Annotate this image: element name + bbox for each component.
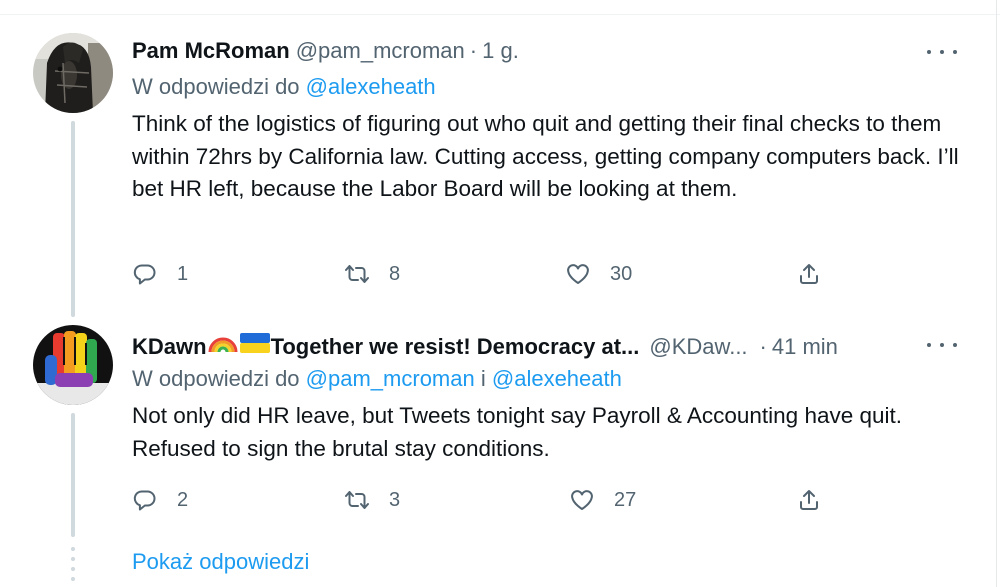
rainbow-emoji-icon xyxy=(208,337,238,353)
column-border xyxy=(996,0,997,587)
tweet-header: Pam McRoman @pam_mcroman · 1 g. xyxy=(132,38,519,64)
reply-prefix: W odpowiedzi do xyxy=(132,74,300,99)
like-button[interactable]: 30 xyxy=(566,262,632,286)
share-icon xyxy=(800,490,818,510)
thread-connector xyxy=(71,413,75,537)
reply-button[interactable]: 1 xyxy=(133,262,188,286)
share-button[interactable] xyxy=(797,262,821,286)
mention-link[interactable]: @alexeheath xyxy=(492,366,622,391)
author-handle[interactable]: @KDaw... xyxy=(649,334,747,360)
reply-icon xyxy=(133,490,156,511)
share-icon xyxy=(800,264,818,284)
retweet-icon xyxy=(345,265,369,283)
timestamp[interactable]: 1 g. xyxy=(482,38,519,64)
retweet-button[interactable]: 8 xyxy=(345,262,400,286)
thread-connector xyxy=(71,121,75,317)
share-button[interactable] xyxy=(797,488,821,512)
retweet-icon xyxy=(345,491,369,509)
reply-icon xyxy=(133,264,156,285)
divider-top xyxy=(0,14,1000,15)
heart-icon xyxy=(571,490,593,510)
show-replies-link[interactable]: Pokaż odpowiedzi xyxy=(132,549,309,575)
avatar-kdawn[interactable] xyxy=(33,325,113,405)
avatar-pam-mcroman[interactable] xyxy=(33,33,113,113)
tweet-text: Think of the logistics of figuring out w… xyxy=(132,111,959,201)
reply-joiner: i xyxy=(480,366,486,391)
reply-count: 2 xyxy=(177,488,189,511)
author-name-suffix[interactable]: Together we resist! Democracy at... xyxy=(271,334,640,360)
author-name[interactable]: KDawn xyxy=(132,334,207,360)
ukraine-flag-icon xyxy=(239,333,270,353)
retweet-button[interactable]: 3 xyxy=(345,488,400,512)
thread-continuation-dots xyxy=(71,547,75,587)
reply-to-line: W odpowiedzi do @alexeheath xyxy=(132,74,436,100)
reply-to-line: W odpowiedzi do @pam_mcroman i @alexehea… xyxy=(132,366,622,392)
tweet-text: Not only did HR leave, but Tweets tonigh… xyxy=(132,403,903,461)
reply-button[interactable]: 2 xyxy=(133,488,188,512)
separator: · xyxy=(759,334,767,359)
separator: · xyxy=(469,38,478,63)
tweet-header: KDawn Together we resist! Democracy at..… xyxy=(132,330,838,360)
retweet-count: 8 xyxy=(389,262,401,285)
retweet-count: 3 xyxy=(389,488,401,511)
like-button[interactable]: 27 xyxy=(570,488,636,512)
author-name[interactable]: Pam McRoman xyxy=(132,38,290,64)
mention-link[interactable]: @pam_mcroman xyxy=(306,366,475,391)
reply-count: 1 xyxy=(177,262,189,285)
mention-link[interactable]: @alexeheath xyxy=(306,74,436,99)
heart-icon xyxy=(567,264,589,284)
more-icon[interactable] xyxy=(927,40,957,64)
more-icon[interactable] xyxy=(927,333,957,357)
reply-prefix: W odpowiedzi do xyxy=(132,366,300,391)
reply-thread: Pam McRoman @pam_mcroman · 1 g. W odpowi… xyxy=(0,0,1000,587)
like-count: 30 xyxy=(610,262,633,285)
timestamp[interactable]: 41 min xyxy=(772,334,838,360)
author-handle[interactable]: @pam_mcroman xyxy=(296,38,465,64)
like-count: 27 xyxy=(614,488,637,511)
